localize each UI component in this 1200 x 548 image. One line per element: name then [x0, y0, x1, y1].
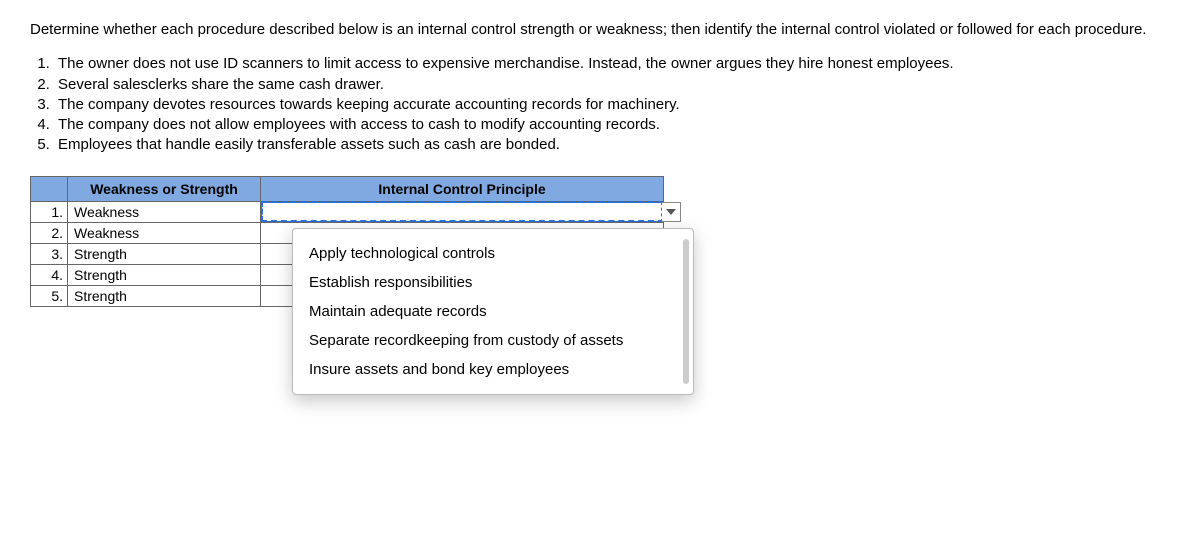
dropdown-menu: Apply technological controls Establish r… — [292, 228, 694, 395]
header-blank — [31, 176, 68, 201]
procedure-item: The company devotes resources towards ke… — [54, 95, 1170, 115]
weakness-strength-select[interactable]: Strength — [68, 285, 261, 306]
row-number: 1. — [31, 201, 68, 222]
row-number: 3. — [31, 243, 68, 264]
dropdown-trigger[interactable] — [661, 202, 681, 222]
procedure-list: The owner does not use ID scanners to li… — [30, 54, 1170, 155]
internal-control-select[interactable] — [261, 201, 664, 222]
weakness-strength-select[interactable]: Strength — [68, 243, 261, 264]
header-internal-control-principle: Internal Control Principle — [261, 176, 664, 201]
table-row: 1. Weakness — [31, 201, 664, 222]
procedure-item: The company does not allow employees wit… — [54, 115, 1170, 135]
cell-value: Weakness — [74, 204, 139, 220]
dropdown-option[interactable]: Apply technological controls — [293, 239, 693, 268]
dropdown-option[interactable]: Separate recordkeeping from custody of a… — [293, 326, 693, 355]
procedure-item: Several salesclerks share the same cash … — [54, 75, 1170, 95]
dropdown-option[interactable]: Establish responsibilities — [293, 268, 693, 297]
weakness-strength-select[interactable]: Weakness — [68, 201, 261, 222]
weakness-strength-select[interactable]: Weakness — [68, 222, 261, 243]
procedure-item: The owner does not use ID scanners to li… — [54, 54, 1170, 74]
weakness-strength-select[interactable]: Strength — [68, 264, 261, 285]
dropdown-scrollbar[interactable] — [683, 239, 689, 384]
procedure-item: Employees that handle easily transferabl… — [54, 135, 1170, 155]
dropdown-option[interactable]: Insure assets and bond key employees — [293, 355, 693, 384]
dropdown-option[interactable]: Maintain adequate records — [293, 297, 693, 326]
cell-value: Strength — [74, 246, 127, 262]
header-weakness-strength: Weakness or Strength — [68, 176, 261, 201]
cell-value: Weakness — [74, 225, 139, 241]
cell-value: Strength — [74, 267, 127, 283]
row-number: 4. — [31, 264, 68, 285]
instructions-text: Determine whether each procedure describ… — [30, 20, 1170, 40]
cell-value: Strength — [74, 288, 127, 304]
row-number: 2. — [31, 222, 68, 243]
chevron-down-icon — [666, 209, 676, 215]
row-number: 5. — [31, 285, 68, 306]
